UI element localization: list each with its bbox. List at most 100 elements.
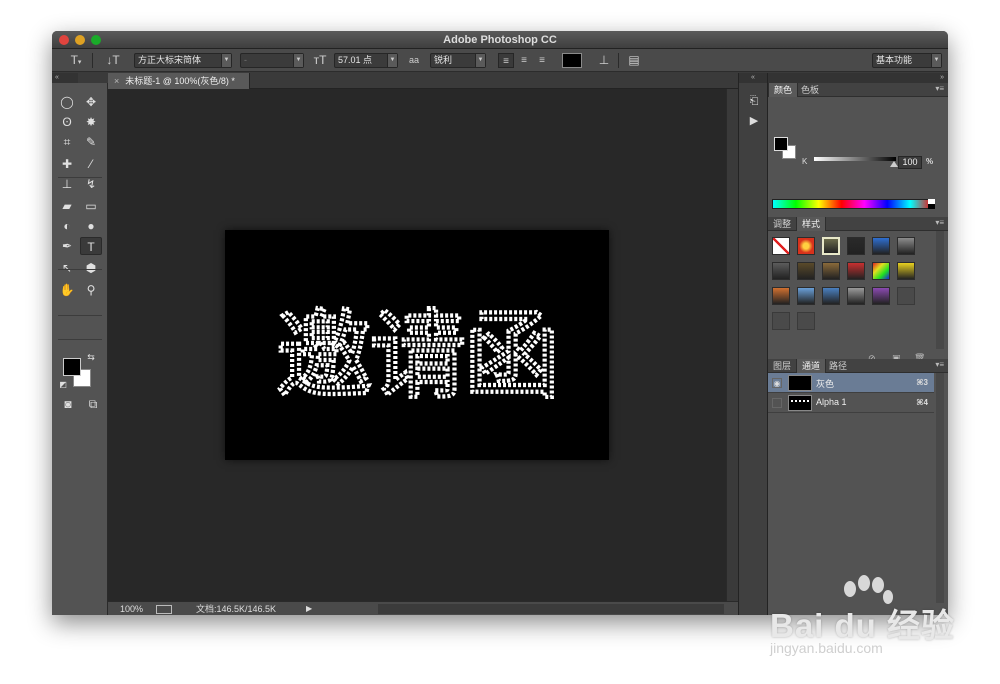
style-swatch-pattern[interactable] [847, 287, 865, 305]
toolbar-collapse-button[interactable]: « [52, 73, 78, 83]
lasso-tool-icon[interactable]: ʘ [56, 113, 78, 131]
font-size-value: 57.01 点 [338, 55, 373, 65]
k-value-input[interactable]: 100 [898, 156, 922, 169]
move-tool-icon[interactable]: ✥ [80, 93, 102, 111]
path-select-tool-icon[interactable]: ↖ [56, 259, 78, 277]
style-swatch-empty[interactable] [797, 312, 815, 330]
workspace-select[interactable]: 基本功能 ▼ [872, 53, 942, 68]
style-swatch-red[interactable] [847, 262, 865, 280]
status-bar: 100% 文档:146.5K/146.5K ▶ [108, 601, 738, 615]
character-panel-icon[interactable]: ▤ [626, 53, 642, 68]
style-swatch-empty[interactable] [897, 287, 915, 305]
tab-styles[interactable]: 样式 [796, 217, 827, 231]
style-swatch-rainbow[interactable] [872, 262, 890, 280]
actions-play-icon[interactable]: ▶ [745, 113, 763, 129]
antialias-select[interactable]: 锐利 ▼ [430, 53, 486, 68]
eye-icon[interactable]: ◉ [772, 378, 782, 388]
zoom-level[interactable]: 100% [120, 603, 143, 615]
panels-expand-button[interactable]: » [768, 73, 948, 83]
style-swatch-selected[interactable] [822, 237, 840, 255]
quick-mask-icon[interactable]: ◙ [57, 395, 79, 413]
eyedropper-tool-icon[interactable]: ✎ [80, 133, 102, 151]
align-center-icon[interactable]: ≡ [516, 53, 532, 68]
style-swatch-dark[interactable] [847, 237, 865, 255]
tab-color[interactable]: 颜色 [768, 83, 799, 97]
style-swatch-blue[interactable] [872, 237, 890, 255]
style-swatch-sky[interactable] [797, 287, 815, 305]
document-canvas[interactable]: 邀请函 [225, 230, 609, 460]
styles-scrollbar[interactable] [936, 231, 944, 349]
healing-tool-icon[interactable]: ✚ [56, 155, 78, 173]
gradient-tool-icon[interactable]: ▭ [80, 197, 102, 215]
default-colors-icon[interactable]: ◩ [56, 379, 70, 391]
channels-panel-menu-icon[interactable]: ▾≡ [935, 360, 944, 369]
toggle-text-orientation-icon[interactable]: ↓T [104, 53, 122, 68]
layers-panel-tabs: 图层 通道 路径 ▾≡ [768, 359, 948, 373]
text-color-swatch[interactable] [562, 53, 582, 68]
align-left-icon[interactable]: ≡ [498, 53, 514, 68]
history-panel-icon[interactable]: ⎗ [745, 93, 763, 109]
workspace-value: 基本功能 [876, 55, 913, 65]
channel-shortcut: ⌘4 [916, 398, 928, 407]
crop-tool-icon[interactable]: ⌗ [56, 133, 78, 151]
black-white-ramp[interactable] [928, 199, 935, 209]
style-swatch-none[interactable] [772, 237, 790, 255]
font-size-select[interactable]: 57.01 点 ▼ [334, 53, 398, 68]
tab-swatches[interactable]: 色板 [796, 83, 824, 97]
align-right-icon[interactable]: ≡ [534, 53, 550, 68]
visibility-toggle[interactable] [772, 398, 782, 408]
style-swatch-tan[interactable] [822, 262, 840, 280]
foreground-color-swatch[interactable] [63, 358, 81, 376]
style-swatch-red-glow[interactable] [797, 237, 815, 255]
color-panel-foreground-swatch[interactable] [774, 137, 788, 151]
zoom-tool-icon[interactable]: ⚲ [80, 281, 102, 299]
k-channel-slider[interactable] [814, 157, 896, 161]
channels-scrollbar[interactable] [936, 373, 944, 603]
channel-row-gray[interactable]: ◉ 灰色 ⌘3 [768, 373, 934, 393]
style-swatch-landscape[interactable] [822, 287, 840, 305]
type-tool-icon[interactable]: T [80, 237, 102, 255]
font-family-select[interactable]: 方正大标宋简体 ▼ [134, 53, 232, 68]
type-tool-preset-icon[interactable]: T▾ [66, 53, 86, 68]
dock-collapse-button[interactable]: « [739, 73, 767, 83]
style-swatch-orange[interactable] [772, 287, 790, 305]
color-panel-menu-icon[interactable]: ▾≡ [935, 84, 944, 93]
style-swatch-purple[interactable] [872, 287, 890, 305]
document-size-info: 文档:146.5K/146.5K [196, 604, 277, 614]
title-bar: Adobe Photoshop CC [52, 31, 948, 49]
tab-channels[interactable]: 通道 [796, 359, 827, 373]
channel-name: 灰色 [816, 379, 835, 389]
hand-tool-icon[interactable]: ✋ [56, 281, 78, 299]
tab-paths[interactable]: 路径 [824, 359, 852, 373]
document-tab[interactable]: × 未标题-1 @ 100%(灰色/8) * [108, 73, 250, 89]
brush-tool-icon[interactable]: ⁄ [80, 155, 102, 173]
tab-layers[interactable]: 图层 [768, 359, 796, 373]
color-spectrum-ramp[interactable] [772, 199, 934, 209]
channel-row-alpha[interactable]: Alpha 1 ⌘4 [768, 393, 934, 413]
magic-wand-tool-icon[interactable]: ✸ [80, 113, 102, 131]
blur-tool-icon[interactable]: ◐ [56, 217, 78, 235]
styles-panel-menu-icon[interactable]: ▾≡ [935, 218, 944, 227]
dodge-tool-icon[interactable]: ● [80, 217, 102, 235]
style-swatch-empty[interactable] [772, 312, 790, 330]
style-swatch-brown[interactable] [797, 262, 815, 280]
eraser-tool-icon[interactable]: ▰ [56, 197, 78, 215]
canvas-area[interactable]: 邀请函 [108, 89, 738, 601]
shape-tool-icon[interactable]: ⬢ [80, 259, 102, 277]
swap-colors-icon[interactable]: ⇆ [84, 351, 98, 363]
pen-tool-icon[interactable]: ✒ [56, 237, 78, 255]
screen-mode-icon[interactable]: ⧉ [82, 395, 104, 413]
style-swatch-gray-dark[interactable] [772, 262, 790, 280]
tab-adjustments[interactable]: 调整 [768, 217, 796, 231]
k-slider-thumb[interactable] [890, 161, 898, 167]
font-style-select[interactable]: - ▼ [240, 53, 304, 68]
status-menu-arrow-icon[interactable]: ▶ [306, 603, 312, 615]
marquee-tool-icon[interactable]: ◯ [56, 93, 78, 111]
canvas-vertical-scrollbar[interactable] [726, 89, 738, 601]
style-swatch-gray[interactable] [897, 237, 915, 255]
canvas-horizontal-scrollbar[interactable] [378, 604, 724, 614]
close-tab-icon[interactable]: × [114, 76, 119, 86]
status-preview-icon[interactable] [156, 605, 172, 614]
style-swatch-yellow[interactable] [897, 262, 915, 280]
warp-text-icon[interactable]: ⊥ [596, 53, 612, 68]
